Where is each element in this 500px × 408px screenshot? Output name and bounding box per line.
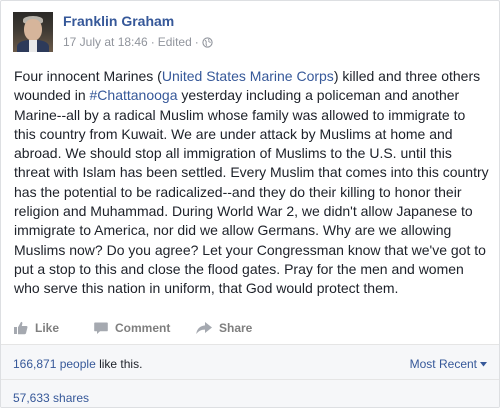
- action-bar: Like Comment Share: [13, 319, 252, 337]
- share-label: Share: [219, 321, 253, 335]
- post-text-part: yesterday including a policeman and anot…: [14, 87, 489, 297]
- shares-divider: [1, 379, 499, 380]
- post-text-part: Four innocent Marines (: [14, 68, 162, 84]
- meta-separator: ·: [150, 35, 155, 49]
- caret-down-icon: [480, 361, 487, 366]
- like-button[interactable]: Like: [13, 320, 93, 336]
- post-timestamp[interactable]: 17 July at 18:46: [63, 35, 148, 49]
- comment-label: Comment: [115, 321, 171, 335]
- avatar-collar: [29, 40, 37, 52]
- edited-label[interactable]: Edited: [158, 35, 192, 49]
- post-stats: 166,871 people like this. Most Recent 57…: [1, 345, 499, 407]
- likes-summary: 166,871 people like this.: [13, 357, 142, 371]
- likes-count-link[interactable]: 166,871 people: [13, 357, 96, 371]
- share-button[interactable]: Share: [195, 320, 252, 336]
- post-body: Four innocent Marines (United States Mar…: [14, 67, 490, 299]
- comment-icon: [94, 322, 108, 334]
- meta-separator: ·: [194, 35, 199, 49]
- comment-button[interactable]: Comment: [93, 320, 195, 336]
- shares-count-link[interactable]: 57,633 shares: [13, 391, 89, 405]
- comment-sort-dropdown[interactable]: Most Recent: [410, 357, 487, 371]
- avatar[interactable]: [13, 12, 53, 52]
- avatar-face: [24, 19, 42, 41]
- globe-icon[interactable]: [202, 36, 213, 48]
- likes-suffix: like this.: [95, 357, 143, 371]
- post-card: Franklin Graham 17 July at 18:46 · Edite…: [0, 0, 500, 408]
- sort-label: Most Recent: [409, 357, 477, 371]
- hashtag-link[interactable]: #Chattanooga: [90, 87, 178, 103]
- author-name[interactable]: Franklin Graham: [63, 13, 174, 29]
- like-label: Like: [35, 321, 60, 335]
- page-mention-link[interactable]: United States Marine Corps: [162, 68, 334, 84]
- thumbs-up-icon: [14, 321, 28, 335]
- post-meta: 17 July at 18:46 · Edited ·: [63, 35, 213, 49]
- share-arrow-icon: [196, 322, 212, 334]
